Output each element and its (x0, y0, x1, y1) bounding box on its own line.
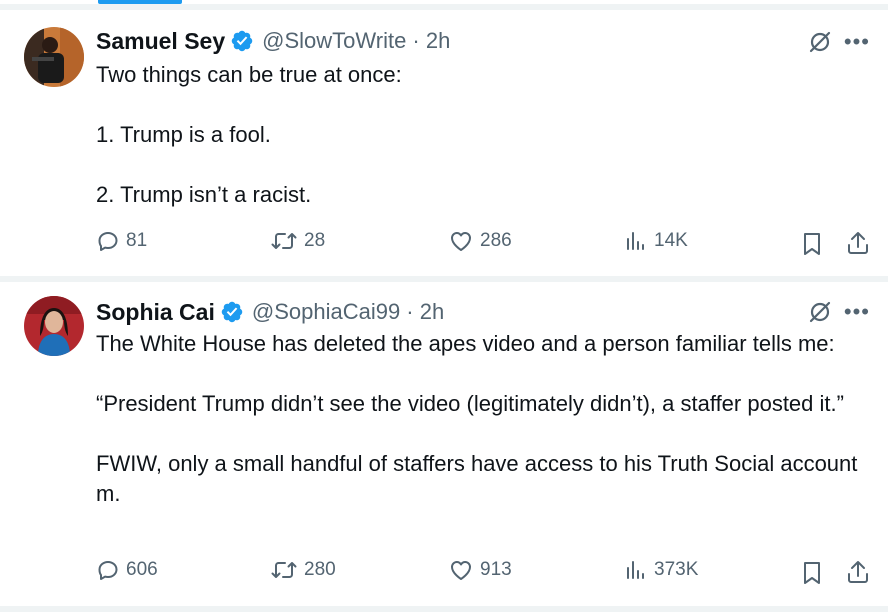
tweet-actions: 606 280 913 373K (96, 558, 872, 588)
tweet-line: 1. Trump is a fool. (96, 122, 271, 147)
views-count: 14K (654, 230, 688, 251)
tweet-text: The White House has deleted the apes vid… (96, 329, 876, 509)
repost-button[interactable]: 280 (270, 558, 336, 582)
views-icon (627, 232, 644, 250)
share-icon (848, 232, 868, 254)
tweet-actions: 81 28 286 14K (96, 229, 872, 259)
reply-count: 606 (126, 559, 158, 580)
repost-count: 28 (304, 230, 326, 251)
bookmark-icon (804, 562, 820, 584)
bottom-divider (0, 606, 888, 612)
views-icon (627, 561, 644, 579)
bookmark-icon (804, 233, 820, 255)
author-name[interactable]: Samuel Sey (96, 28, 225, 55)
reply-button[interactable]: 606 (96, 558, 158, 582)
reply-icon (98, 561, 118, 580)
like-button[interactable]: 286 (448, 229, 512, 253)
bookmark-button[interactable] (800, 231, 824, 262)
like-icon (451, 232, 471, 251)
like-count: 913 (480, 559, 512, 580)
tweet-samuel-sey[interactable]: Samuel Sey @SlowToWrite · 2h ••• Two thi… (0, 10, 888, 276)
tweet-line: 2. Trump isn’t a racist. (96, 182, 312, 207)
tweet-line: The White House has deleted the apes vid… (96, 331, 835, 356)
tweet-line: Two things can be true at once: (96, 62, 402, 87)
tweet-line: “President Trump didn’t see the video (l… (96, 391, 844, 416)
tweet-header: Samuel Sey @SlowToWrite · 2h (96, 26, 450, 56)
more-icon[interactable]: ••• (844, 301, 870, 323)
like-button[interactable]: 913 (448, 558, 512, 582)
verified-badge-icon[interactable] (220, 300, 244, 324)
repost-icon (271, 562, 297, 578)
author-handle-time[interactable]: @SlowToWrite · 2h (262, 28, 450, 54)
bookmark-button[interactable] (800, 560, 824, 591)
avatar[interactable] (24, 296, 84, 356)
author-name[interactable]: Sophia Cai (96, 299, 215, 326)
avatar[interactable] (24, 27, 84, 87)
repost-button[interactable]: 28 (270, 229, 325, 253)
tweet-text: Two things can be true at once: 1. Trump… (96, 60, 876, 210)
reply-button[interactable]: 81 (96, 229, 147, 253)
reply-icon (98, 232, 118, 251)
tweet-top-icons: ••• (808, 300, 870, 324)
grok-icon[interactable] (808, 30, 832, 54)
views-button[interactable]: 14K (624, 229, 688, 253)
tweet-top-icons: ••• (808, 30, 870, 54)
repost-count: 280 (304, 559, 336, 580)
tweet-sophia-cai[interactable]: Sophia Cai @SophiaCai99 · 2h ••• The Whi… (0, 282, 888, 606)
tweet-line: FWIW, only a small handful of staffers h… (96, 451, 858, 506)
grok-icon[interactable] (808, 300, 832, 324)
author-handle-time[interactable]: @SophiaCai99 · 2h (252, 299, 444, 325)
repost-icon (271, 233, 297, 249)
reply-count: 81 (126, 230, 148, 251)
like-count: 286 (480, 230, 512, 251)
views-button[interactable]: 373K (624, 558, 698, 582)
tweet-header: Sophia Cai @SophiaCai99 · 2h (96, 297, 444, 327)
more-icon[interactable]: ••• (844, 31, 870, 53)
verified-badge-icon[interactable] (230, 29, 254, 53)
views-count: 373K (654, 559, 699, 580)
like-icon (451, 561, 471, 580)
share-button[interactable] (846, 559, 870, 590)
share-icon (848, 561, 868, 583)
share-button[interactable] (846, 230, 870, 261)
